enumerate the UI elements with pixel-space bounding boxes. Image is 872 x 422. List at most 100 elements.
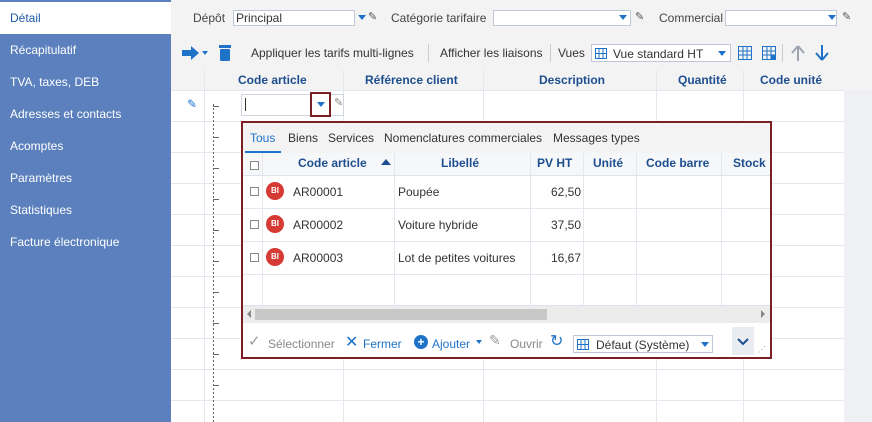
- sidebar-item-facture-electronique[interactable]: Facture électronique: [0, 226, 171, 258]
- edit-row-icon[interactable]: ✎: [187, 97, 197, 111]
- tab-biens[interactable]: Biens: [288, 131, 318, 145]
- table-settings-icon[interactable]: [738, 46, 752, 60]
- grid-col-quantite[interactable]: Quantité: [678, 70, 727, 90]
- tab-services[interactable]: Services: [328, 131, 374, 145]
- close-icon: ✕: [345, 334, 359, 351]
- categorie-label: Catégorie tarifaire: [391, 11, 487, 25]
- picker-col-stock[interactable]: Stock: [733, 156, 766, 170]
- row-pv-ht: 16,67: [550, 251, 581, 265]
- tab-nomenclatures[interactable]: Nomenclatures commerciales: [384, 131, 542, 145]
- table-columns-icon[interactable]: [762, 46, 776, 60]
- close-button[interactable]: Fermer: [363, 337, 402, 351]
- col-line: [204, 70, 205, 422]
- picker-col-code-barre[interactable]: Code barre: [646, 156, 709, 170]
- row-code-article: AR00003: [293, 251, 344, 265]
- sidebar-item-adresses[interactable]: Adresses et contacts: [0, 98, 171, 130]
- commercial-label: Commercial: [659, 11, 724, 25]
- picker-col-code-article[interactable]: Code article: [298, 156, 367, 170]
- view-select[interactable]: Vue standard HT: [591, 44, 731, 62]
- show-links-button[interactable]: Afficher les liaisons: [440, 46, 543, 60]
- tab-tous[interactable]: Tous: [250, 131, 275, 145]
- row-pv-ht: 62,50: [550, 185, 581, 199]
- pencil-icon[interactable]: ✎: [368, 10, 377, 23]
- trash-icon[interactable]: [218, 44, 232, 62]
- sidebar-item-recapitulatif[interactable]: Récapitulatif: [0, 34, 171, 66]
- select-button[interactable]: Sélectionner: [268, 337, 335, 351]
- sidebar: Détail Récapitulatif TVA, taxes, DEB Adr…: [0, 0, 171, 422]
- chevron-down-icon: [358, 15, 366, 20]
- sidebar-item-detail[interactable]: Détail: [0, 2, 171, 34]
- open-button[interactable]: Ouvrir: [510, 337, 543, 351]
- sort-ascending-icon: [381, 159, 391, 165]
- scrollbar-thumb[interactable]: [255, 309, 547, 320]
- article-picker-popup: Tous Biens Services Nomenclatures commer…: [241, 121, 772, 359]
- grid-scroll-gutter[interactable]: [844, 90, 872, 422]
- tree-branch: [213, 230, 219, 231]
- refresh-icon[interactable]: ↻: [550, 331, 563, 351]
- check-icon: ✓: [248, 333, 261, 350]
- row-code-article: AR00001: [293, 185, 344, 199]
- sidebar-item-acomptes[interactable]: Acomptes: [0, 130, 171, 162]
- view-value: Vue standard HT: [613, 47, 704, 61]
- pencil-icon: ✎: [489, 332, 501, 348]
- tree-branch: [213, 354, 219, 355]
- picker-col-pv-ht[interactable]: PV HT: [537, 156, 572, 170]
- horizontal-scrollbar[interactable]: [243, 305, 770, 323]
- table-row[interactable]: BI AR00001 Poupée 62,50: [243, 175, 770, 209]
- depot-select[interactable]: Principal: [233, 10, 366, 26]
- picker-col-libelle[interactable]: Libellé: [441, 156, 479, 170]
- scroll-left-icon[interactable]: [247, 310, 251, 318]
- tree-branch: [213, 168, 219, 169]
- sidebar-item-tva[interactable]: TVA, taxes, DEB: [0, 66, 171, 98]
- tree-guide: [213, 104, 214, 422]
- row-checkbox[interactable]: [250, 253, 259, 262]
- tree-branch: [213, 292, 219, 293]
- picker-col-unite[interactable]: Unité: [593, 156, 623, 170]
- row-libelle: Poupée: [398, 185, 440, 199]
- arrow-up-icon[interactable]: [791, 45, 805, 61]
- categorie-select[interactable]: [493, 10, 631, 26]
- commercial-select[interactable]: [725, 10, 837, 26]
- depot-value: Principal: [236, 11, 283, 25]
- arrow-right-icon[interactable]: [180, 45, 208, 61]
- grid-col-reference-client[interactable]: Référence client: [365, 70, 458, 90]
- more-options-button[interactable]: [732, 327, 754, 355]
- grid-view-icon: [595, 48, 607, 59]
- text-cursor: [245, 98, 246, 111]
- row-pv-ht: 37,50: [550, 218, 581, 232]
- dropdown-toggle-button[interactable]: [310, 92, 331, 117]
- table-row[interactable]: BI AR00003 Lot de petites voitures 16,67: [243, 241, 770, 275]
- sidebar-item-parametres[interactable]: Paramètres: [0, 162, 171, 194]
- divider: [428, 44, 429, 62]
- toolbar: Appliquer les tarifs multi-lignes Affich…: [171, 36, 872, 70]
- pencil-icon[interactable]: ✎: [334, 96, 343, 109]
- scroll-right-icon[interactable]: [761, 310, 765, 318]
- type-badge: BI: [266, 215, 284, 233]
- arrow-down-icon[interactable]: [815, 45, 829, 61]
- grid-view-icon: [577, 339, 589, 350]
- tree-branch: [213, 106, 219, 107]
- chevron-down-icon: [828, 15, 836, 20]
- row-checkbox[interactable]: [250, 187, 259, 196]
- add-button[interactable]: Ajouter: [432, 337, 470, 351]
- resize-grip-icon[interactable]: ⋰: [758, 345, 766, 354]
- chevron-down-icon: [737, 338, 749, 346]
- table-row[interactable]: BI AR00002 Voiture hybride 37,50: [243, 208, 770, 242]
- row-checkbox[interactable]: [250, 220, 259, 229]
- tree-branch: [213, 385, 219, 386]
- grid-col-code-unite[interactable]: Code unité: [760, 70, 822, 90]
- chevron-down-icon: [619, 15, 627, 20]
- chevron-down-icon[interactable]: [476, 340, 482, 344]
- pencil-icon[interactable]: ✎: [842, 10, 851, 23]
- sidebar-item-statistiques[interactable]: Statistiques: [0, 194, 171, 226]
- grid-col-description[interactable]: Description: [539, 70, 606, 90]
- depot-label: Dépôt: [193, 11, 226, 25]
- apply-multiline-tariffs-button[interactable]: Appliquer les tarifs multi-lignes: [251, 46, 414, 60]
- tab-messages-types[interactable]: Messages types: [553, 131, 640, 145]
- tree-branch: [213, 199, 219, 200]
- tree-branch: [213, 261, 219, 262]
- pencil-icon[interactable]: ✎: [635, 10, 644, 23]
- grid-col-code-article[interactable]: Code article: [238, 70, 307, 90]
- layout-select[interactable]: Défaut (Système): [573, 335, 713, 353]
- select-all-checkbox[interactable]: [250, 161, 259, 170]
